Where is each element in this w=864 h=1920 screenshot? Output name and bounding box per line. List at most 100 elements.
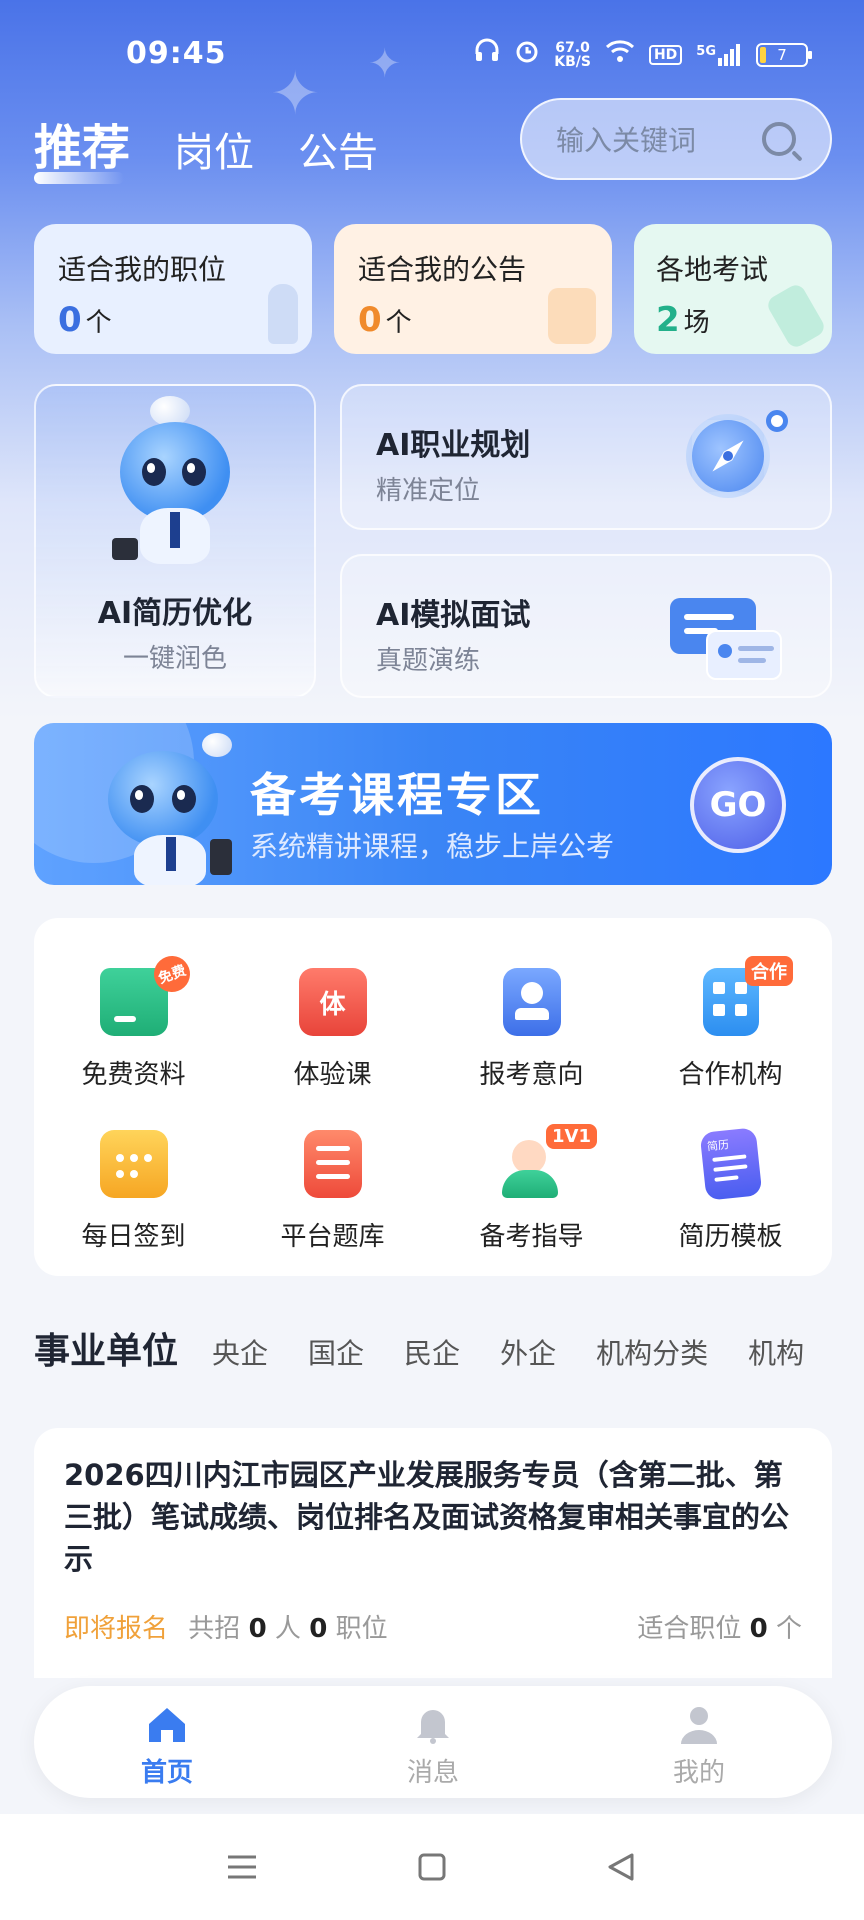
search-input[interactable]: 输入关键词 [520, 98, 832, 180]
tab-announcements[interactable]: 公告 [298, 120, 378, 178]
mascot-head [120, 422, 230, 522]
grid-item-free-materials[interactable]: 免费 免费资料 [34, 950, 233, 1091]
compass-icon [686, 414, 770, 498]
grid-item-question-bank[interactable]: 平台题库 [233, 1130, 432, 1253]
grid-item-partner-institutions[interactable]: 合作 合作机构 [631, 956, 830, 1091]
grid-item-trial-class[interactable]: 体 体验课 [233, 968, 432, 1091]
stat-value: 2 [656, 300, 680, 340]
grid-item-daily-checkin[interactable]: 每日签到 [34, 1130, 233, 1253]
grid-label: 平台题库 [280, 1222, 385, 1252]
nav-messages[interactable]: 消息 [300, 1686, 566, 1798]
stat-value: 0 [58, 300, 82, 340]
top-tabs: 推荐 岗位 公告 [34, 108, 378, 184]
mascot-tie [166, 837, 176, 871]
nav-home[interactable]: 首页 [34, 1686, 300, 1798]
category-tab-institution[interactable]: 机构 [748, 1332, 804, 1372]
tie-icon [268, 284, 298, 344]
listing-card[interactable]: 2026四川内江市园区产业发展服务专员（含第二批、第三批）笔试成绩、岗位排名及面… [34, 1428, 832, 1678]
position-count: 0 [309, 1614, 328, 1644]
ai-career-subtitle: 精准定位 [376, 476, 481, 506]
question-bank-icon [303, 1130, 362, 1198]
hd-badge: HD [648, 44, 683, 65]
nav-label: 首页 [140, 1758, 193, 1788]
calendar-icon [99, 1130, 168, 1198]
signal-icon: 5G [696, 43, 742, 66]
grid-item-resume-template[interactable]: 简历 简历模板 [631, 1127, 830, 1253]
ai-resume-title: AI简历优化 [97, 596, 253, 631]
briefcase-icon [112, 538, 138, 560]
quick-access-grid: 免费 免费资料 体 体验课 报考意向 合作 合作机构 每日签到 平台题库 1V1… [34, 918, 832, 1276]
home-icon [149, 1708, 185, 1742]
bottom-nav: 首页 消息 我的 [34, 1686, 832, 1798]
grid-label: 每日签到 [81, 1222, 186, 1252]
network-speed: 67.0 KB/S [554, 41, 591, 69]
ai-career-card[interactable]: AI职业规划 精准定位 [340, 384, 832, 530]
headphones-icon [474, 38, 500, 71]
category-tab-private[interactable]: 民企 [404, 1332, 460, 1372]
battery-level: 7 [777, 45, 787, 64]
message-card-icon [706, 630, 782, 680]
go-button[interactable]: GO [690, 757, 786, 853]
ai-interview-subtitle: 真题演练 [376, 646, 481, 676]
search-placeholder: 输入关键词 [556, 124, 697, 157]
phone-icon [210, 839, 232, 875]
people-count: 0 [248, 1614, 267, 1644]
book-icon: 体 [298, 968, 367, 1036]
ai-interview-card[interactable]: AI模拟面试 真题演练 [340, 554, 832, 698]
grid-item-application-intent[interactable]: 报考意向 [432, 968, 631, 1091]
status-bar: 09:45 67.0 KB/S HD 5G 7 [0, 0, 864, 110]
mascot-eye [182, 458, 206, 486]
grid-label: 备考指导 [479, 1222, 584, 1252]
mascot-eye [172, 785, 196, 813]
people-unit: 人 [274, 1614, 301, 1644]
status-icons: 67.0 KB/S HD 5G 7 [474, 38, 812, 71]
bubble-decoration [202, 733, 232, 757]
mascot-eye [142, 458, 166, 486]
position-unit: 职位 [335, 1614, 388, 1644]
wifi-icon [605, 39, 635, 70]
search-icon[interactable] [762, 122, 796, 156]
back-icon[interactable] [602, 1847, 642, 1887]
nav-label: 我的 [672, 1758, 725, 1788]
document-icon [548, 288, 596, 344]
document-icon: 简历 [699, 1127, 762, 1201]
banner-title: 备考课程专区 [250, 768, 544, 822]
category-tab-soe[interactable]: 国企 [308, 1332, 364, 1372]
category-tab-public-institutions[interactable]: 事业单位 [34, 1322, 178, 1374]
category-tab-institution-type[interactable]: 机构分类 [596, 1332, 708, 1372]
match-count: 0 [749, 1614, 768, 1644]
category-tab-central-soe[interactable]: 央企 [212, 1332, 268, 1372]
resume-tag: 简历 [705, 1138, 730, 1154]
mascot-illustration [100, 396, 250, 566]
status-badge: 即将报名 [64, 1614, 169, 1644]
stat-card-matching-announcements[interactable]: 适合我的公告 0个 [334, 224, 612, 354]
menu-icon[interactable] [222, 1847, 262, 1887]
mascot-eye [130, 785, 154, 813]
category-tab-foreign[interactable]: 外企 [500, 1332, 556, 1372]
network-type: 5G [696, 43, 716, 59]
match-label: 适合职位 [637, 1614, 742, 1644]
ai-resume-subtitle: 一键润色 [122, 644, 227, 674]
stat-unit: 个 [385, 308, 412, 338]
tab-positions[interactable]: 岗位 [174, 120, 254, 178]
grid-item-exam-guidance[interactable]: 1V1 备考指导 [432, 1124, 631, 1253]
pin-decoration [766, 410, 788, 432]
ai-interview-title: AI模拟面试 [376, 598, 531, 633]
id-card-icon [502, 968, 561, 1036]
battery-fill [760, 46, 766, 63]
home-square-icon[interactable] [412, 1847, 452, 1887]
ai-resume-card[interactable]: AI简历优化 一键润色 [34, 384, 316, 698]
recruit-prefix: 共招 [188, 1614, 241, 1644]
nav-profile[interactable]: 我的 [566, 1686, 832, 1798]
grid-label: 免费资料 [81, 1060, 186, 1090]
stat-title: 适合我的职位 [58, 253, 227, 286]
grid-label: 简历模板 [678, 1222, 783, 1252]
stat-card-matching-positions[interactable]: 适合我的职位 0个 [34, 224, 312, 354]
course-banner[interactable]: 备考课程专区 系统精讲课程，稳步上岸公考 GO [34, 723, 832, 885]
stat-card-exams[interactable]: 各地考试 2场 [634, 224, 832, 354]
mascot-illustration [82, 731, 232, 885]
grid-label: 体验课 [293, 1060, 372, 1090]
user-icon [681, 1707, 717, 1744]
tab-recommend[interactable]: 推荐 [34, 108, 130, 184]
stat-unit: 场 [683, 308, 710, 338]
